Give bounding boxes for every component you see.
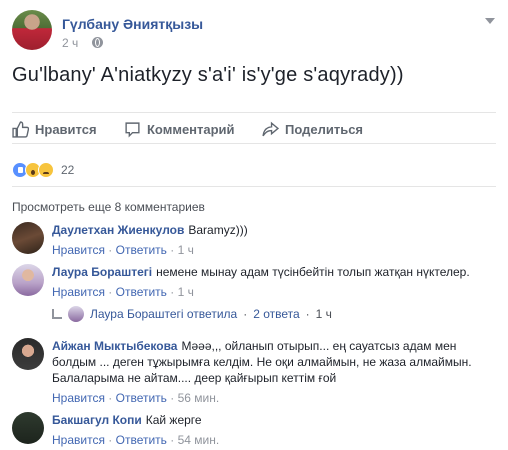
comment-reply-link[interactable]: Ответить	[116, 391, 167, 405]
comment-like-link[interactable]: Нравится	[52, 433, 105, 447]
comment-time[interactable]: 1 ч	[178, 285, 194, 299]
share-label: Поделиться	[285, 122, 364, 137]
commenter-name[interactable]: Лаура Бораштегі	[52, 265, 152, 279]
commenter-avatar[interactable]	[12, 412, 44, 444]
comment-icon	[125, 122, 140, 138]
like-label: Нравится	[35, 122, 97, 137]
comment-reply-link[interactable]: Ответить	[116, 433, 167, 447]
view-more-comments-link[interactable]: Просмотреть еще 8 комментариев	[12, 200, 205, 214]
post-action-bar: Нравится Комментарий Поделиться	[12, 112, 496, 144]
post-timestamp[interactable]: 2 ч	[62, 36, 78, 50]
like-button[interactable]: Нравится	[12, 121, 97, 138]
comment-time[interactable]: 56 мин.	[178, 391, 220, 405]
reply-avatar	[68, 306, 84, 322]
reply-arrow-icon	[52, 309, 62, 319]
comment-text: немене мынау адам түсінбейтін толып жатқ…	[156, 265, 470, 279]
share-button[interactable]: Поделиться	[262, 121, 363, 138]
author-avatar[interactable]	[12, 10, 52, 50]
divider	[12, 186, 496, 187]
comment-label: Комментарий	[147, 122, 235, 137]
reply-author[interactable]: Лаура Бораштегі ответила	[90, 307, 237, 321]
commenter-avatar[interactable]	[12, 264, 44, 296]
comment-like-link[interactable]: Нравится	[52, 285, 105, 299]
reaction-count: 22	[61, 163, 75, 177]
reply-count[interactable]: 2 ответа	[253, 307, 299, 321]
comment-like-link[interactable]: Нравится	[52, 391, 105, 405]
comment-time[interactable]: 54 мин.	[178, 433, 220, 447]
sad-icon	[38, 162, 54, 178]
comment-reply-link[interactable]: Ответить	[116, 243, 167, 257]
author-name[interactable]: Гүлбану Әниятқызы	[62, 16, 203, 32]
comment-like-link[interactable]: Нравится	[52, 243, 105, 257]
comment-time[interactable]: 1 ч	[178, 243, 194, 257]
replies-thread-link[interactable]: Лаура Бораштегі ответила · 2 ответа · 1 …	[52, 306, 332, 322]
commenter-avatar[interactable]	[12, 338, 44, 370]
comment-text: Baramyz)))	[188, 223, 248, 237]
globe-icon	[92, 37, 103, 48]
thumbs-up-icon	[12, 121, 29, 138]
commenter-avatar[interactable]	[12, 222, 44, 254]
post-text: Gu'lbany' A'niatkyzy s'a'i' is'y'ge s'aq…	[12, 64, 404, 86]
comment-button[interactable]: Комментарий	[124, 121, 235, 138]
commenter-name[interactable]: Даулетхан Жиенкулов	[52, 223, 184, 237]
chevron-down-icon[interactable]	[484, 16, 496, 28]
commenter-name[interactable]: Бакшагул Копи	[52, 413, 142, 427]
share-icon	[262, 121, 279, 137]
commenter-name[interactable]: Айжан Мыктыбекова	[52, 339, 177, 353]
reactions-summary[interactable]: 22	[12, 162, 74, 178]
reply-time: 1 ч	[315, 307, 332, 321]
comment-reply-link[interactable]: Ответить	[116, 285, 167, 299]
comment-text: Кай жерге	[145, 413, 202, 427]
post-header: Гүлбану Әниятқызы 2 ч	[12, 10, 496, 54]
